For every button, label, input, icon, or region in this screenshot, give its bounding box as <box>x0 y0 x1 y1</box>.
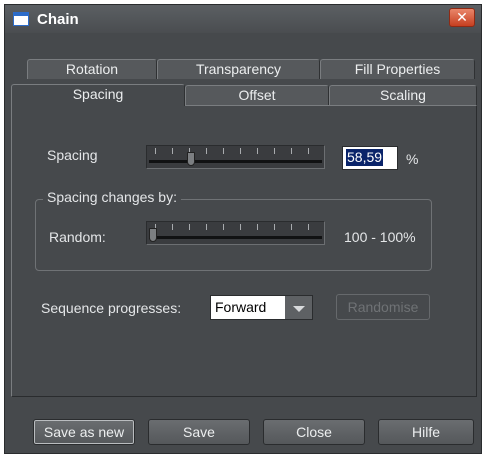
slider-ticks <box>155 148 316 154</box>
percent-unit: % <box>406 151 419 167</box>
group-title: Spacing changes by: <box>43 189 181 205</box>
spacing-value: 58,59 <box>346 149 384 166</box>
title-bar[interactable]: Chain ✕ <box>5 5 481 33</box>
slider-track <box>149 160 322 163</box>
close-button[interactable]: Close <box>263 419 365 445</box>
tab-transparency[interactable]: Transparency <box>157 59 320 79</box>
sequence-label: Sequence progresses: <box>41 300 182 316</box>
chevron-down-icon[interactable] <box>293 306 305 312</box>
chain-dialog: Chain ✕ Rotation Transparency Fill Prope… <box>4 4 482 454</box>
spacing-slider[interactable] <box>146 145 325 169</box>
sequence-selected: Forward <box>211 296 285 319</box>
spacing-value-input[interactable]: 58,59 <box>342 146 398 170</box>
slider-ticks <box>155 224 316 230</box>
random-value: 100 - 100% <box>344 229 416 245</box>
tab-fill-properties[interactable]: Fill Properties <box>320 59 475 79</box>
spacing-slider-thumb[interactable] <box>186 152 195 166</box>
help-button[interactable]: Hilfe <box>378 419 474 445</box>
tab-spacing[interactable]: Spacing <box>11 84 185 106</box>
random-slider[interactable] <box>146 221 325 245</box>
randomise-button[interactable]: Randomise <box>336 294 430 320</box>
random-label: Random: <box>49 229 106 245</box>
tab-rotation[interactable]: Rotation <box>27 59 157 79</box>
close-icon[interactable]: ✕ <box>449 8 475 27</box>
save-button[interactable]: Save <box>148 419 250 445</box>
tab-scaling[interactable]: Scaling <box>329 85 477 105</box>
window-icon <box>13 12 29 26</box>
random-slider-thumb[interactable] <box>149 228 157 242</box>
spacing-label: Spacing <box>47 147 98 163</box>
save-as-new-button[interactable]: Save as new <box>33 419 135 445</box>
window-title: Chain <box>37 11 79 28</box>
sequence-dropdown[interactable]: Forward <box>210 295 313 320</box>
slider-track <box>149 236 322 239</box>
tab-offset[interactable]: Offset <box>185 85 329 105</box>
